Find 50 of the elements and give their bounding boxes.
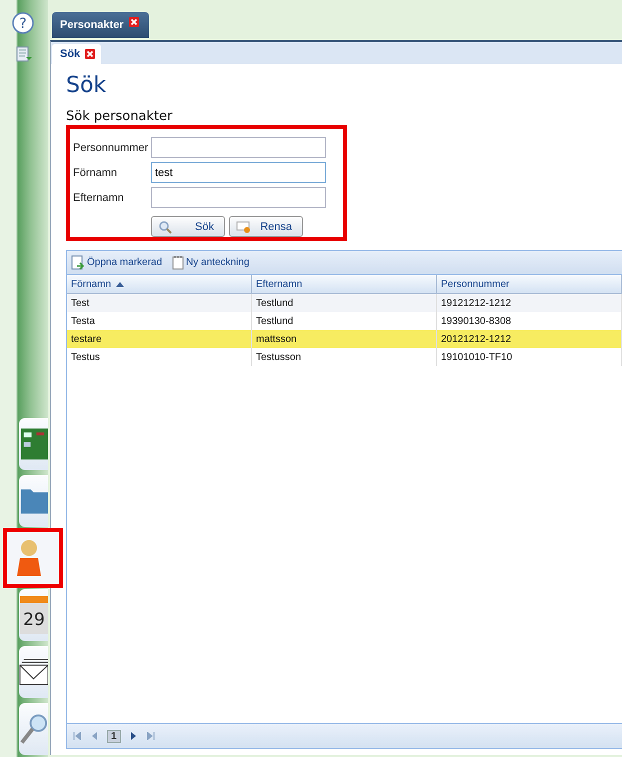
last-page-icon[interactable] bbox=[146, 732, 155, 740]
mail-icon bbox=[19, 657, 48, 687]
table-cell: 20121212-1212 bbox=[436, 330, 622, 348]
next-page-icon[interactable] bbox=[130, 732, 137, 740]
field-label: Förnamn bbox=[73, 166, 118, 178]
document-icon[interactable] bbox=[16, 46, 32, 64]
table-cell: Test bbox=[67, 294, 252, 312]
column-header[interactable]: Efternamn bbox=[252, 275, 436, 294]
open-button[interactable]: Öppna markerad bbox=[71, 254, 162, 270]
field-label: Personnummer bbox=[73, 142, 150, 154]
search-button[interactable]: Sök bbox=[151, 216, 225, 237]
help-icon[interactable]: ? bbox=[12, 12, 34, 34]
table-cell: testare bbox=[67, 330, 252, 348]
field-label: Efternamn bbox=[73, 192, 125, 204]
table-cell: Testus bbox=[67, 348, 252, 366]
section-title: Sök personakter bbox=[66, 109, 174, 124]
column-header[interactable]: Personnummer bbox=[436, 275, 622, 294]
table-cell: 19101010-TF10 bbox=[436, 348, 622, 366]
first-page-icon[interactable] bbox=[73, 732, 81, 740]
previous-page-icon[interactable] bbox=[91, 732, 97, 740]
page-number[interactable]: 1 bbox=[107, 730, 121, 742]
table-cell: Testlund bbox=[252, 294, 436, 312]
table-row[interactable]: Testus Testusson 19101010-TF10 bbox=[67, 348, 622, 366]
search-tab[interactable]: Sök bbox=[52, 44, 102, 64]
table-cell: Testusson bbox=[252, 348, 436, 366]
close-icon[interactable] bbox=[128, 17, 139, 27]
notepad-icon bbox=[172, 255, 184, 270]
column-header[interactable]: Förnamn bbox=[67, 275, 252, 294]
text-field[interactable]: test bbox=[151, 162, 326, 183]
text-field[interactable] bbox=[151, 137, 326, 158]
clear-button[interactable]: Rensa bbox=[229, 216, 303, 237]
magnifier-icon bbox=[158, 220, 172, 234]
note-button[interactable]: Ny anteckning bbox=[172, 255, 250, 270]
table-cell: 19121212-1212 bbox=[436, 294, 622, 312]
rail-tab[interactable]: 29 bbox=[19, 589, 48, 641]
card-icon bbox=[19, 426, 48, 462]
table-cell: mattsson bbox=[252, 330, 436, 348]
person-icon bbox=[16, 538, 42, 578]
rail-tab[interactable] bbox=[19, 646, 48, 698]
text-field[interactable] bbox=[151, 187, 326, 208]
table-row[interactable]: Test Testlund 19121212-1212 bbox=[67, 294, 622, 312]
table-row[interactable]: testare mattsson 20121212-1212 bbox=[67, 330, 622, 348]
column-label: Förnamn bbox=[71, 278, 112, 290]
calendar-icon: 29 bbox=[20, 596, 48, 634]
document-tab[interactable]: Personakter bbox=[52, 12, 149, 38]
column-label: Personnummer bbox=[441, 278, 510, 290]
open-document-icon bbox=[71, 254, 85, 270]
page-title: Sök bbox=[66, 72, 108, 100]
close-icon[interactable] bbox=[85, 49, 96, 59]
column-label: Efternamn bbox=[256, 278, 302, 290]
